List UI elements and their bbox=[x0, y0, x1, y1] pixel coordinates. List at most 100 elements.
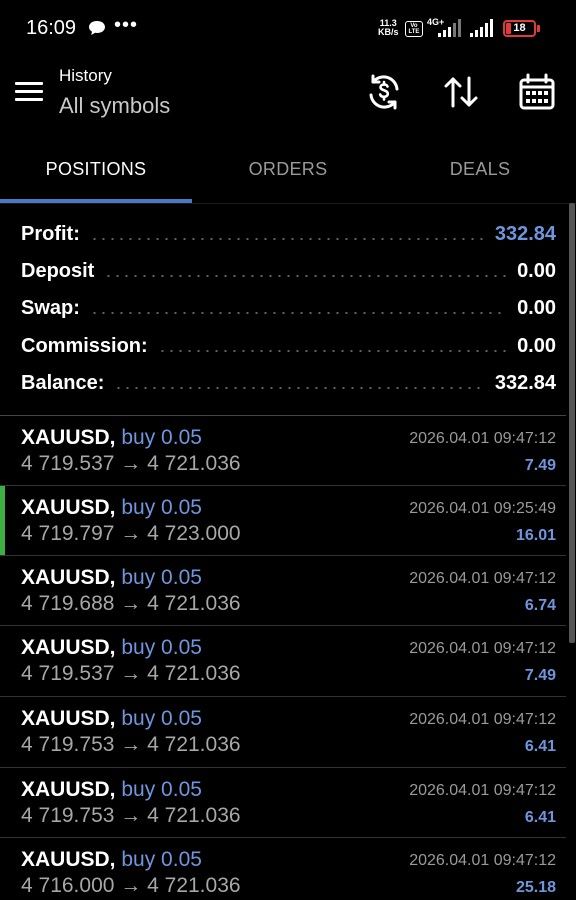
position-symbol: XAUUSD, bbox=[21, 707, 116, 730]
position-row[interactable]: XAUUSD, buy 0.05 4 719.797 → 4 723.000 2… bbox=[0, 485, 566, 556]
position-profit: 6.41 bbox=[524, 809, 556, 826]
summary-row-deposit: Deposit 0.00 bbox=[21, 253, 556, 290]
position-datetime: 2026.04.01 09:47:12 bbox=[409, 430, 556, 447]
position-type: buy 0.05 bbox=[121, 707, 202, 730]
position-type: buy 0.05 bbox=[121, 566, 202, 589]
battery-percent: 18 bbox=[513, 22, 526, 34]
position-symbol: XAUUSD, bbox=[21, 848, 116, 871]
volte-icon: Vo LTE bbox=[405, 21, 423, 37]
close-price: 4 721.036 bbox=[147, 874, 241, 897]
close-price: 4 721.036 bbox=[147, 804, 241, 827]
dot-leader bbox=[104, 274, 508, 277]
summary-label: Profit: bbox=[21, 223, 80, 245]
position-profit: 7.49 bbox=[524, 457, 556, 474]
arrow-right-icon: → bbox=[120, 522, 142, 545]
position-symbol: XAUUSD, bbox=[21, 566, 116, 589]
position-profit: 25.18 bbox=[515, 879, 556, 896]
arrow-right-icon: → bbox=[120, 662, 142, 685]
position-type: buy 0.05 bbox=[121, 636, 202, 659]
signal-strength-icon bbox=[438, 19, 461, 37]
position-row[interactable]: XAUUSD, buy 0.05 4 716.000 → 4 721.036 2… bbox=[0, 837, 566, 900]
summary-label: Commission: bbox=[21, 335, 148, 357]
position-datetime: 2026.04.01 09:47:12 bbox=[409, 640, 556, 657]
summary-row-balance: Balance: 332.84 bbox=[21, 365, 556, 402]
position-datetime: 2026.04.01 09:47:12 bbox=[409, 782, 556, 799]
close-price: 4 721.036 bbox=[147, 662, 241, 685]
chat-notification-icon bbox=[89, 21, 105, 35]
summary-value: 0.00 bbox=[517, 335, 556, 357]
tab-orders[interactable]: ORDERS bbox=[192, 138, 384, 204]
symbol-filter[interactable]: All symbols bbox=[59, 93, 170, 119]
page-title: History bbox=[59, 66, 112, 85]
summary-row-swap: Swap: 0.00 bbox=[21, 290, 556, 327]
summary-value: 0.00 bbox=[517, 260, 556, 282]
summary-value: 0.00 bbox=[517, 297, 556, 319]
summary-value: 332.84 bbox=[494, 223, 556, 245]
position-profit: 6.41 bbox=[524, 738, 556, 755]
sort-icon[interactable] bbox=[441, 72, 481, 112]
position-datetime: 2026.04.01 09:25:49 bbox=[409, 500, 556, 517]
close-price: 4 723.000 bbox=[147, 522, 241, 545]
position-profit: 6.74 bbox=[524, 597, 556, 614]
more-notifications-icon: ••• bbox=[114, 14, 139, 36]
open-price: 4 719.688 bbox=[21, 592, 115, 615]
status-time: 16:09 bbox=[26, 17, 77, 39]
position-row[interactable]: XAUUSD, buy 0.05 4 719.537 → 4 721.036 2… bbox=[0, 415, 566, 485]
summary-row-profit: Profit: 332.84 bbox=[21, 216, 556, 253]
position-symbol: XAUUSD, bbox=[21, 778, 116, 801]
open-price: 4 719.797 bbox=[21, 522, 115, 545]
position-symbol: XAUUSD, bbox=[21, 636, 116, 659]
open-price: 4 716.000 bbox=[21, 874, 115, 897]
arrow-right-icon: → bbox=[120, 804, 142, 827]
close-price: 4 721.036 bbox=[147, 733, 241, 756]
currency-exchange-icon[interactable] bbox=[364, 72, 404, 112]
summary-label: Balance: bbox=[21, 372, 105, 394]
position-type: buy 0.05 bbox=[121, 848, 202, 871]
position-datetime: 2026.04.01 09:47:12 bbox=[409, 852, 556, 869]
position-symbol: XAUUSD, bbox=[21, 496, 116, 519]
open-price: 4 719.753 bbox=[21, 733, 115, 756]
tab-deals[interactable]: DEALS bbox=[384, 138, 576, 204]
app-bar: History All symbols bbox=[0, 58, 576, 130]
position-profit: 16.01 bbox=[515, 527, 556, 544]
tab-positions[interactable]: POSITIONS bbox=[0, 138, 192, 204]
arrow-right-icon: → bbox=[120, 452, 142, 475]
battery-tip bbox=[537, 25, 540, 32]
summary-row-commission: Commission: 0.00 bbox=[21, 328, 556, 365]
position-type: buy 0.05 bbox=[121, 426, 202, 449]
position-type: buy 0.05 bbox=[121, 778, 202, 801]
signal-strength-icon bbox=[470, 19, 493, 37]
battery-icon: 18 bbox=[503, 20, 536, 37]
scrollbar[interactable] bbox=[569, 203, 575, 643]
summary-label: Swap: bbox=[21, 297, 80, 319]
dot-leader bbox=[89, 237, 485, 240]
network-speed: 11.3 KB/s bbox=[378, 18, 399, 37]
dot-leader bbox=[114, 386, 485, 389]
open-price: 4 719.537 bbox=[21, 662, 115, 685]
arrow-right-icon: → bbox=[120, 592, 142, 615]
close-price: 4 721.036 bbox=[147, 452, 241, 475]
position-type: buy 0.05 bbox=[121, 496, 202, 519]
close-price: 4 721.036 bbox=[147, 592, 241, 615]
position-row[interactable]: XAUUSD, buy 0.05 4 719.753 → 4 721.036 2… bbox=[0, 767, 566, 837]
position-datetime: 2026.04.01 09:47:12 bbox=[409, 570, 556, 587]
position-profit: 7.49 bbox=[524, 667, 556, 684]
position-symbol: XAUUSD, bbox=[21, 426, 116, 449]
position-datetime: 2026.04.01 09:47:12 bbox=[409, 711, 556, 728]
status-bar: 16:09 ••• 11.3 KB/s Vo LTE 4G+ 18 bbox=[0, 0, 576, 58]
menu-icon[interactable] bbox=[15, 80, 45, 104]
arrow-right-icon: → bbox=[120, 874, 142, 897]
dot-leader bbox=[157, 349, 508, 352]
selected-indicator bbox=[0, 486, 5, 556]
position-row[interactable]: XAUUSD, buy 0.05 4 719.753 → 4 721.036 2… bbox=[0, 696, 566, 766]
tab-bar: POSITIONS ORDERS DEALS bbox=[0, 138, 576, 204]
summary-panel: Profit: 332.84 Deposit 0.00 Swap: 0.00 C… bbox=[0, 204, 566, 415]
calendar-icon[interactable] bbox=[517, 72, 557, 112]
position-row[interactable]: XAUUSD, buy 0.05 4 719.688 → 4 721.036 2… bbox=[0, 555, 566, 625]
arrow-right-icon: → bbox=[120, 733, 142, 756]
dot-leader bbox=[89, 311, 508, 314]
summary-value: 332.84 bbox=[494, 372, 556, 394]
open-price: 4 719.537 bbox=[21, 452, 115, 475]
position-row[interactable]: XAUUSD, buy 0.05 4 719.537 → 4 721.036 2… bbox=[0, 625, 566, 695]
open-price: 4 719.753 bbox=[21, 804, 115, 827]
